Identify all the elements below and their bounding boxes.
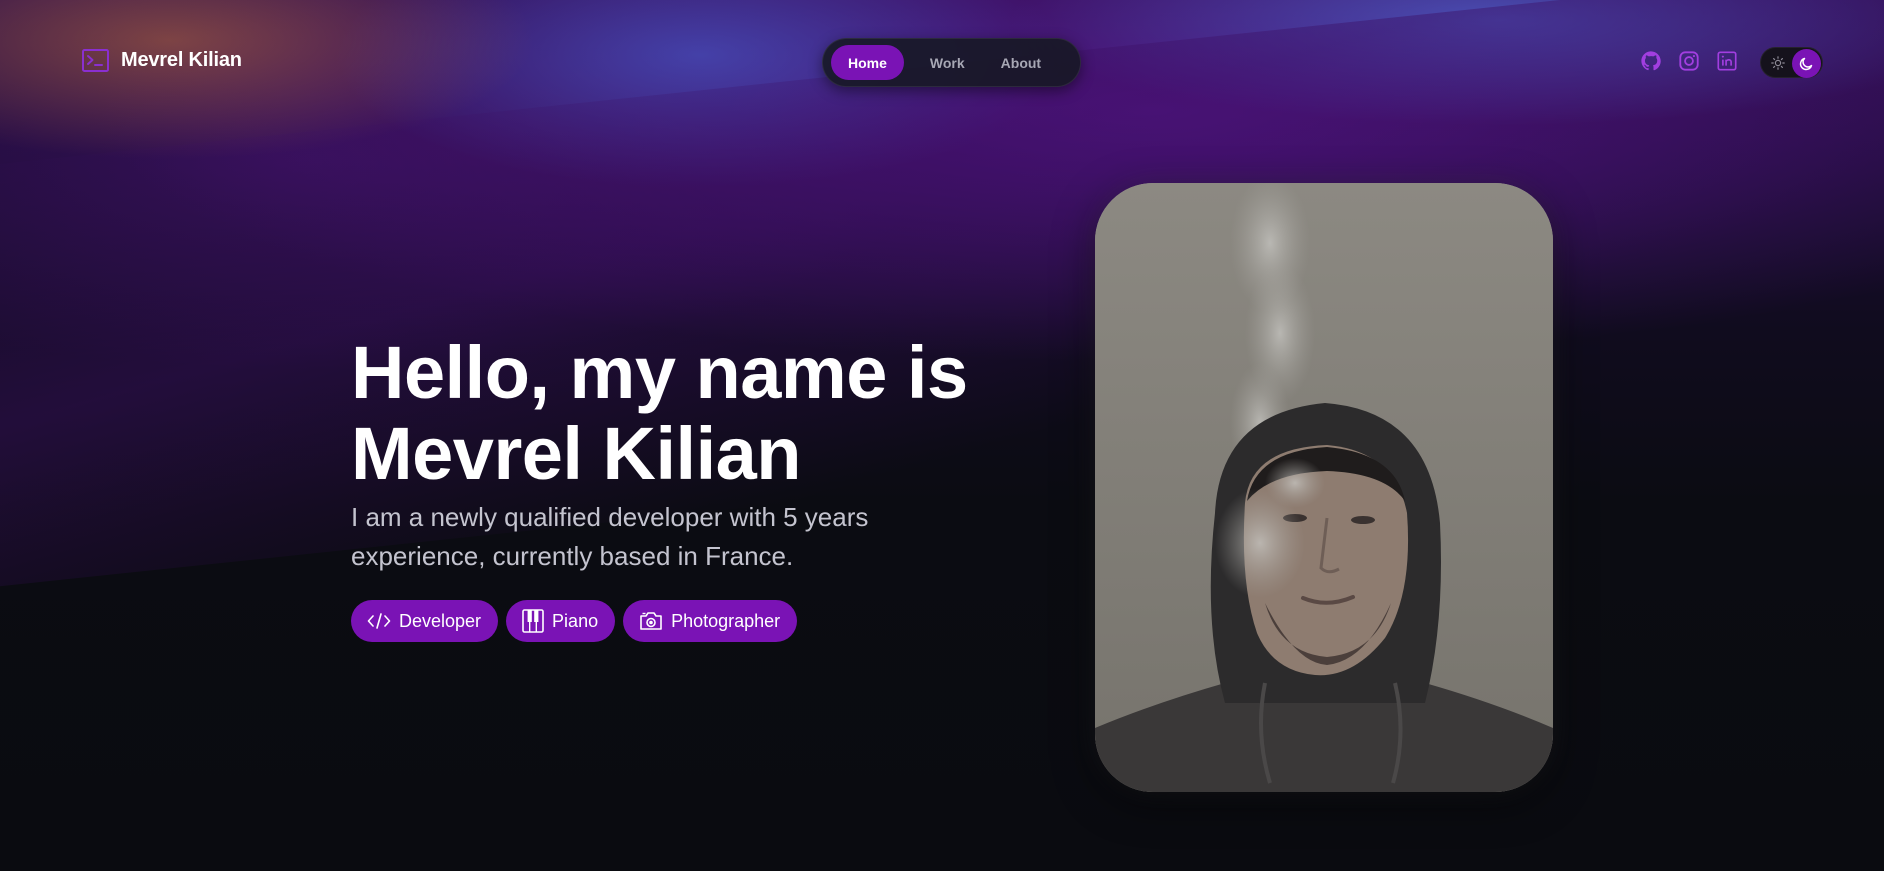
nav-work[interactable]: Work — [914, 45, 981, 80]
hero-subtitle-line-2: experience, currently based in France. — [351, 541, 794, 571]
sun-icon — [1771, 56, 1785, 70]
terminal-icon — [82, 49, 109, 72]
profile-photo-illustration — [1095, 183, 1553, 792]
tag-developer[interactable]: Developer — [351, 600, 499, 642]
main-nav: Home Work About — [822, 38, 1081, 87]
tag-developer-label: Developer — [399, 610, 482, 631]
instagram-icon[interactable] — [1678, 50, 1700, 72]
hero-tags: Developer Piano Photographer — [351, 600, 798, 642]
brand-link[interactable]: Mevrel Kilian — [82, 49, 242, 72]
tag-piano-label: Piano — [552, 610, 599, 631]
theme-toggle[interactable] — [1760, 47, 1823, 78]
nav-home[interactable]: Home — [831, 45, 904, 80]
profile-photo — [1095, 183, 1553, 792]
piano-icon — [522, 609, 544, 633]
hero-title-line-2: Mevrel Kilian — [351, 412, 802, 495]
theme-toggle-knob — [1792, 49, 1821, 78]
social-links — [1640, 50, 1738, 72]
brand-name: Mevrel Kilian — [121, 49, 242, 71]
tag-photographer-label: Photographer — [671, 610, 781, 631]
nav-about[interactable]: About — [985, 45, 1057, 80]
hero-title-line-1: Hello, my name is — [351, 331, 968, 414]
tag-photographer[interactable]: Photographer — [623, 600, 798, 642]
github-icon[interactable] — [1640, 50, 1662, 72]
tag-piano[interactable]: Piano — [506, 600, 616, 642]
hero-subtitle-line-1: I am a newly qualified developer with 5 … — [351, 502, 869, 532]
hero-subtitle: I am a newly qualified developer with 5 … — [351, 498, 951, 576]
moon-icon — [1799, 57, 1813, 71]
linkedin-icon[interactable] — [1716, 50, 1738, 72]
code-icon — [367, 613, 391, 629]
hero-title: Hello, my name is Mevrel Kilian — [351, 332, 991, 494]
camera-icon — [640, 612, 662, 630]
